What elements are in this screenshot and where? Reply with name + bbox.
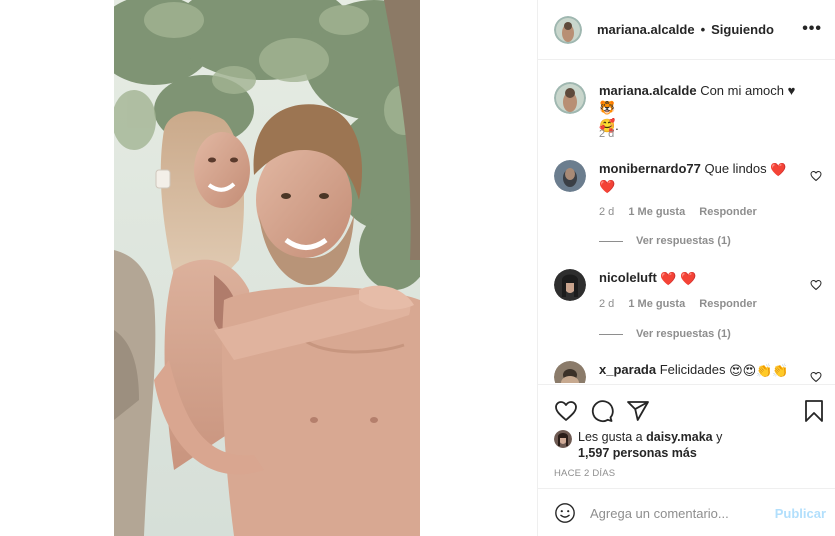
caption-item: mariana.alcalde Con mi amoch ♥🐯 🥰. 2 d: [554, 82, 824, 142]
comment-time[interactable]: 2 d: [599, 298, 614, 310]
liker-avatar[interactable]: [554, 430, 572, 448]
author-avatar[interactable]: [554, 15, 582, 44]
comment-like-heart-icon[interactable]: [810, 279, 822, 291]
comment-input[interactable]: [590, 505, 760, 521]
view-replies-button[interactable]: Ver respuestas (1): [599, 235, 731, 247]
comment-reply-button[interactable]: Responder: [699, 206, 756, 218]
replies-divider: [599, 240, 623, 242]
comment-emoji: ❤️: [770, 162, 787, 177]
comment-body: nicoleluft ❤️ ❤️: [599, 269, 799, 286]
comment-item: nicoleluft ❤️ ❤️ 2 d 1 Me gusta Responde…: [554, 269, 824, 361]
comment-text: Felicidades: [659, 362, 726, 377]
comment-body: monibernardo77 Que lindos ❤️ ❤️: [599, 160, 799, 194]
more-options-icon[interactable]: •••: [802, 21, 822, 37]
comment-username[interactable]: x_parada: [599, 362, 656, 377]
post-actions-section: Les gusta a daisy.maka y 1,597 personas …: [538, 384, 835, 536]
view-replies-label: Ver respuestas (1): [636, 328, 731, 340]
comment-likes[interactable]: 1 Me gusta: [628, 298, 685, 310]
likes-prefix: Les gusta a: [578, 430, 643, 444]
comments-list[interactable]: mariana.alcalde Con mi amoch ♥🐯 🥰. 2 d m…: [538, 61, 835, 383]
view-replies-label: Ver respuestas (1): [636, 235, 731, 247]
action-bar: [554, 399, 826, 425]
share-paper-plane-icon[interactable]: [626, 399, 650, 423]
post-date[interactable]: HACE 2 DÍAS: [554, 468, 615, 479]
add-comment-bar: Publicar: [538, 488, 835, 536]
comment-text: Que lindos: [704, 161, 767, 176]
comment-emoji-second-line: ❤️: [599, 179, 616, 194]
save-bookmark-icon[interactable]: [802, 399, 826, 423]
post-photo[interactable]: [114, 0, 420, 536]
caption-body: mariana.alcalde Con mi amoch ♥🐯 🥰.: [599, 82, 799, 133]
header-separator: •: [700, 22, 706, 37]
caption-username[interactable]: mariana.alcalde: [599, 83, 697, 98]
comment-bubble-icon[interactable]: [590, 399, 614, 423]
comment-likes[interactable]: 1 Me gusta: [628, 206, 685, 218]
author-username[interactable]: mariana.alcalde: [597, 22, 695, 37]
comment-like-heart-icon[interactable]: [810, 371, 822, 383]
caption-avatar[interactable]: [554, 82, 586, 114]
replies-divider: [599, 333, 623, 335]
caption-time[interactable]: 2 d: [599, 128, 614, 140]
comment-username[interactable]: monibernardo77: [599, 161, 701, 176]
post-header: mariana.alcalde • Siguiendo •••: [538, 0, 835, 60]
emoji-smiley-icon[interactable]: [554, 502, 576, 524]
comment-username[interactable]: nicoleluft: [599, 270, 657, 285]
comment-avatar[interactable]: [554, 160, 586, 192]
comment-like-heart-icon[interactable]: [810, 170, 822, 182]
comment-emoji: 😍😍👏👏: [729, 363, 789, 378]
comment-avatar[interactable]: [554, 269, 586, 301]
like-heart-icon[interactable]: [554, 399, 578, 423]
caption-meta: 2 d: [599, 128, 625, 140]
comment-time[interactable]: 2 d: [599, 206, 614, 218]
post-side-panel: mariana.alcalde • Siguiendo ••• mariana.…: [537, 0, 835, 536]
likes-count-link[interactable]: 1,597 personas más: [578, 446, 697, 460]
liker-username[interactable]: daisy.maka: [646, 430, 712, 444]
comment-avatar[interactable]: [554, 361, 586, 383]
likes-joiner: y: [716, 430, 723, 444]
publish-button[interactable]: Publicar: [775, 506, 826, 521]
comment-reply-button[interactable]: Responder: [699, 298, 756, 310]
comment-emoji: ❤️ ❤️: [660, 271, 697, 286]
follow-status-button[interactable]: Siguiendo: [711, 22, 774, 37]
view-replies-button[interactable]: Ver respuestas (1): [599, 328, 731, 340]
comment-meta: 2 d 1 Me gusta Responder: [599, 206, 768, 218]
comment-item: monibernardo77 Que lindos ❤️ ❤️ 2 d 1 Me…: [554, 160, 824, 252]
comment-item: x_parada Felicidades 😍😍👏👏: [554, 361, 824, 383]
comment-meta: 2 d 1 Me gusta Responder: [599, 298, 768, 310]
photo-pane: [0, 0, 536, 536]
comment-body: x_parada Felicidades 😍😍👏👏: [599, 361, 799, 378]
